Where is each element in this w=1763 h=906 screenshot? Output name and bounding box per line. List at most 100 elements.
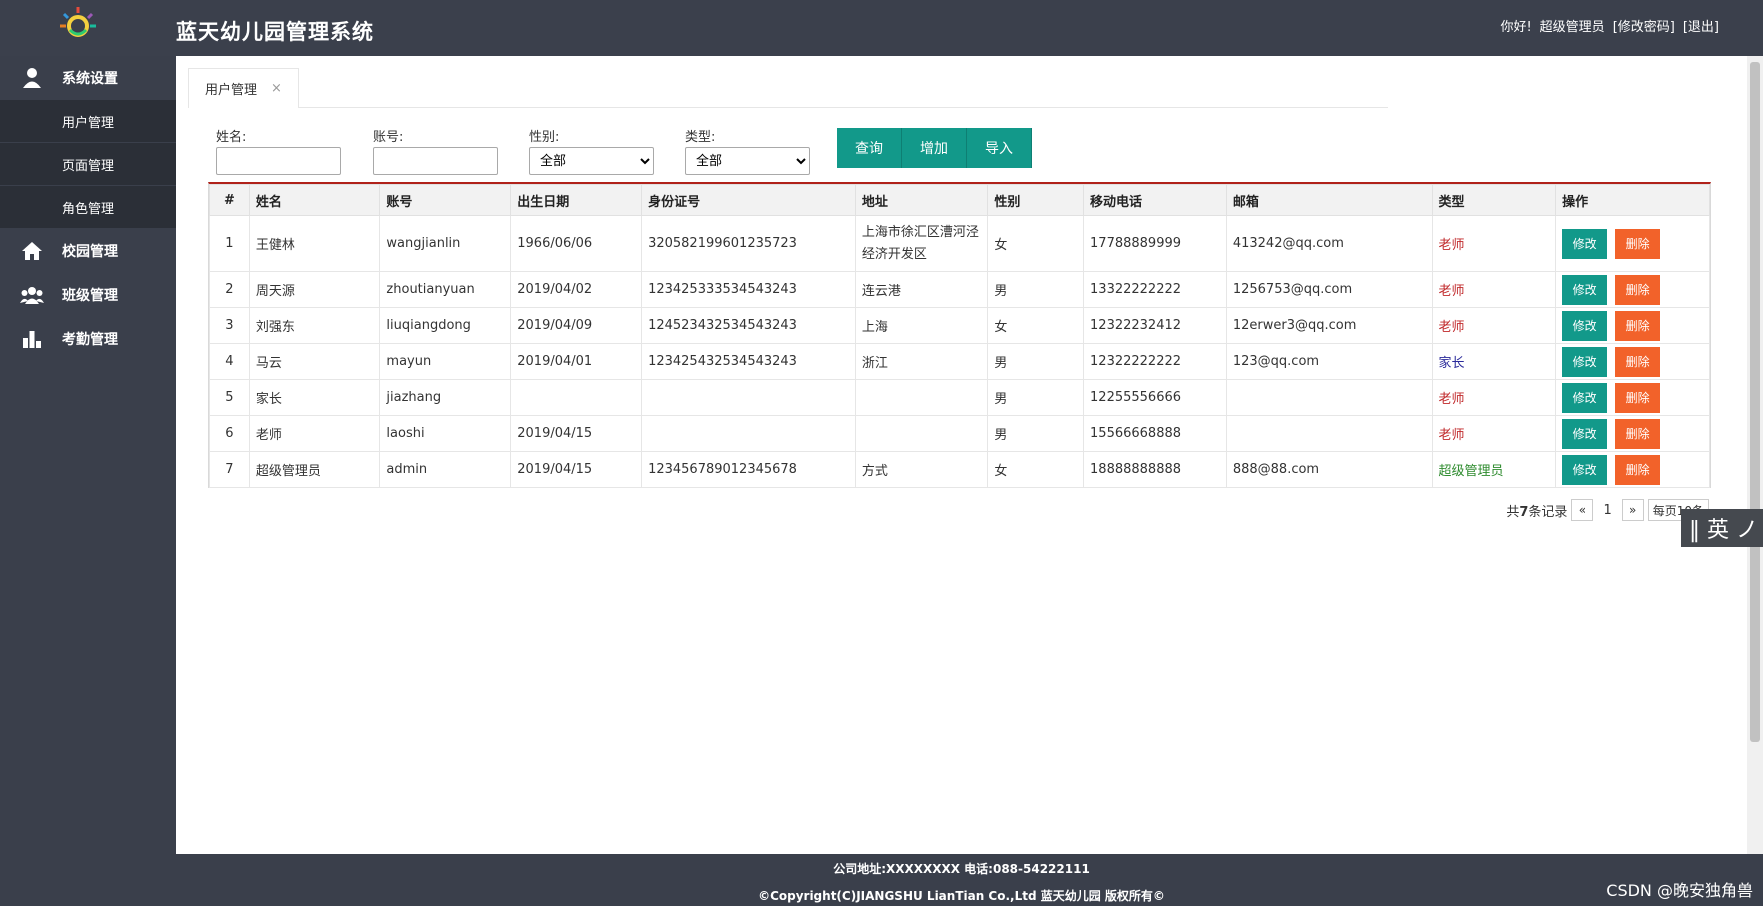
cell-email (1225, 415, 1433, 452)
cell-email (1225, 379, 1433, 416)
footer: 公司地址:XXXXXXXX 电话:088-54222111 ©Copyright… (176, 854, 1747, 906)
import-button[interactable]: 导入 (967, 128, 1032, 168)
cell-birthdate: 2019/04/02 (510, 271, 643, 308)
cell-gender: 女 (987, 215, 1085, 272)
sidebar-group-label: 班级管理 (62, 288, 118, 304)
ime-indicator[interactable]: ‖ 英 ノ (1681, 509, 1763, 547)
cell-email: 888@88.com (1225, 451, 1433, 488)
cell-index: 6 (209, 415, 250, 452)
cell-name: 家长 (248, 379, 381, 416)
cell-actions: 修改 删除 (1555, 379, 1710, 416)
cell-index: 3 (209, 307, 250, 344)
sidebar-group-class-management[interactable]: 班级管理 (0, 273, 176, 317)
app-title: 蓝天幼儿园管理系统 (176, 20, 374, 44)
vertical-scrollbar[interactable] (1747, 56, 1763, 854)
cell-actions: 修改 删除 (1555, 271, 1710, 308)
edit-button[interactable]: 修改 (1562, 346, 1608, 377)
cell-account: mayun (379, 343, 512, 380)
filter-type: 类型: 全部 (685, 126, 810, 175)
sidebar-item-page-management[interactable]: 页面管理 (0, 143, 176, 186)
cell-email: 12erwer3@qq.com (1225, 307, 1433, 344)
col-header: 移动电话 (1083, 184, 1227, 216)
edit-button[interactable]: 修改 (1562, 418, 1608, 449)
account-input[interactable] (373, 147, 498, 175)
cell-name: 超级管理员 (248, 451, 381, 488)
cell-gender: 男 (987, 415, 1085, 452)
filter-name: 姓名: (216, 126, 341, 175)
logout-link[interactable]: [退出] (1683, 16, 1719, 35)
change-password-link[interactable]: [修改密码] (1613, 16, 1675, 35)
delete-button[interactable]: 删除 (1615, 274, 1661, 305)
name-input[interactable] (216, 147, 341, 175)
footer-address: 公司地址:XXXXXXXX 电话:088-54222111 (833, 862, 1090, 876)
cell-email: 413242@qq.com (1225, 215, 1433, 272)
sidebar-item-role-management[interactable]: 角色管理 (0, 186, 176, 229)
cell-gender: 女 (987, 451, 1085, 488)
sidebar-group-campus-management[interactable]: 校园管理 (0, 229, 176, 273)
close-icon[interactable]: × (271, 81, 282, 96)
delete-button[interactable]: 删除 (1615, 382, 1661, 413)
current-page[interactable]: 1 (1597, 503, 1617, 518)
cell-type: 老师 (1431, 415, 1557, 452)
cell-address: 连云港 (854, 271, 989, 308)
tab-user-management[interactable]: 用户管理 × (188, 68, 299, 108)
tab-label: 用户管理 (205, 83, 258, 98)
top-header: 蓝天幼儿园管理系统 你好! 超级管理员 [修改密码] [退出] (0, 0, 1763, 56)
type-select[interactable]: 全部 (685, 147, 810, 175)
delete-button[interactable]: 删除 (1615, 228, 1661, 259)
edit-button[interactable]: 修改 (1562, 382, 1608, 413)
edit-button[interactable]: 修改 (1562, 310, 1608, 341)
col-header: 类型 (1431, 184, 1557, 216)
sidebar-group-system-settings[interactable]: 系统设置 (0, 56, 176, 100)
prev-page-button[interactable]: « (1571, 499, 1594, 521)
cell-phone: 12322222222 (1083, 343, 1227, 380)
delete-button[interactable]: 删除 (1615, 346, 1661, 377)
cell-account: admin (379, 451, 512, 488)
cell-actions: 修改 删除 (1555, 343, 1710, 380)
cell-gender: 男 (987, 343, 1085, 380)
sidebar-item-user-management[interactable]: 用户管理 (0, 100, 176, 143)
cell-id-number: 123456789012345678 (641, 451, 856, 488)
edit-button[interactable]: 修改 (1562, 454, 1608, 485)
gender-select[interactable]: 全部 (529, 147, 654, 175)
scroll-thumb[interactable] (1750, 62, 1760, 742)
cell-actions: 修改 删除 (1555, 307, 1710, 344)
table-row: 6 老师 laoshi 2019/04/15 男 15566668888 老师 … (209, 415, 1710, 452)
group-icon (20, 283, 44, 307)
cell-phone: 13322222222 (1083, 271, 1227, 308)
greeting-text: 你好! (1500, 20, 1532, 35)
cell-name: 王健林 (248, 215, 381, 272)
cell-index: 1 (209, 215, 250, 272)
cell-type: 老师 (1431, 215, 1557, 272)
cell-id-number (641, 415, 856, 452)
add-button[interactable]: 增加 (902, 128, 967, 168)
col-header: 身份证号 (641, 184, 856, 216)
name-label: 姓名: (216, 130, 247, 145)
col-header: # (209, 184, 250, 216)
cell-id-number: 123425333534543243 (641, 271, 856, 308)
user-table: # 姓名 账号 出生日期 身份证号 地址 性别 移动电话 邮箱 类型 操作 1 … (208, 182, 1711, 488)
edit-button[interactable]: 修改 (1562, 274, 1608, 305)
account-label: 账号: (373, 130, 404, 145)
edit-button[interactable]: 修改 (1562, 228, 1608, 259)
sidebar-group-label: 校园管理 (62, 244, 118, 260)
delete-button[interactable]: 删除 (1615, 310, 1661, 341)
filter-gender: 性别: 全部 (529, 126, 654, 175)
delete-button[interactable]: 删除 (1615, 454, 1661, 485)
cell-name: 马云 (248, 343, 381, 380)
table-row: 3 刘强东 liuqiangdong 2019/04/09 1245234325… (209, 307, 1710, 344)
sidebar-group-attendance-management[interactable]: 考勤管理 (0, 317, 176, 361)
cell-index: 7 (209, 451, 250, 488)
user-icon (20, 66, 44, 90)
query-button[interactable]: 查询 (837, 128, 902, 168)
delete-button[interactable]: 删除 (1615, 418, 1661, 449)
cell-type: 老师 (1431, 307, 1557, 344)
footer-copyright: ©Copyright(C)JIANGSHU LianTian Co.,Ltd 蓝… (758, 889, 1165, 903)
sidebar-group-label: 系统设置 (62, 71, 118, 87)
cell-index: 5 (209, 379, 250, 416)
home-icon (20, 239, 44, 263)
cell-gender: 男 (987, 379, 1085, 416)
cell-gender: 女 (987, 307, 1085, 344)
filter-bar: 姓名: 账号: 性别: 全部 类型: 全部 (216, 126, 1216, 186)
next-page-button[interactable]: » (1621, 499, 1644, 521)
